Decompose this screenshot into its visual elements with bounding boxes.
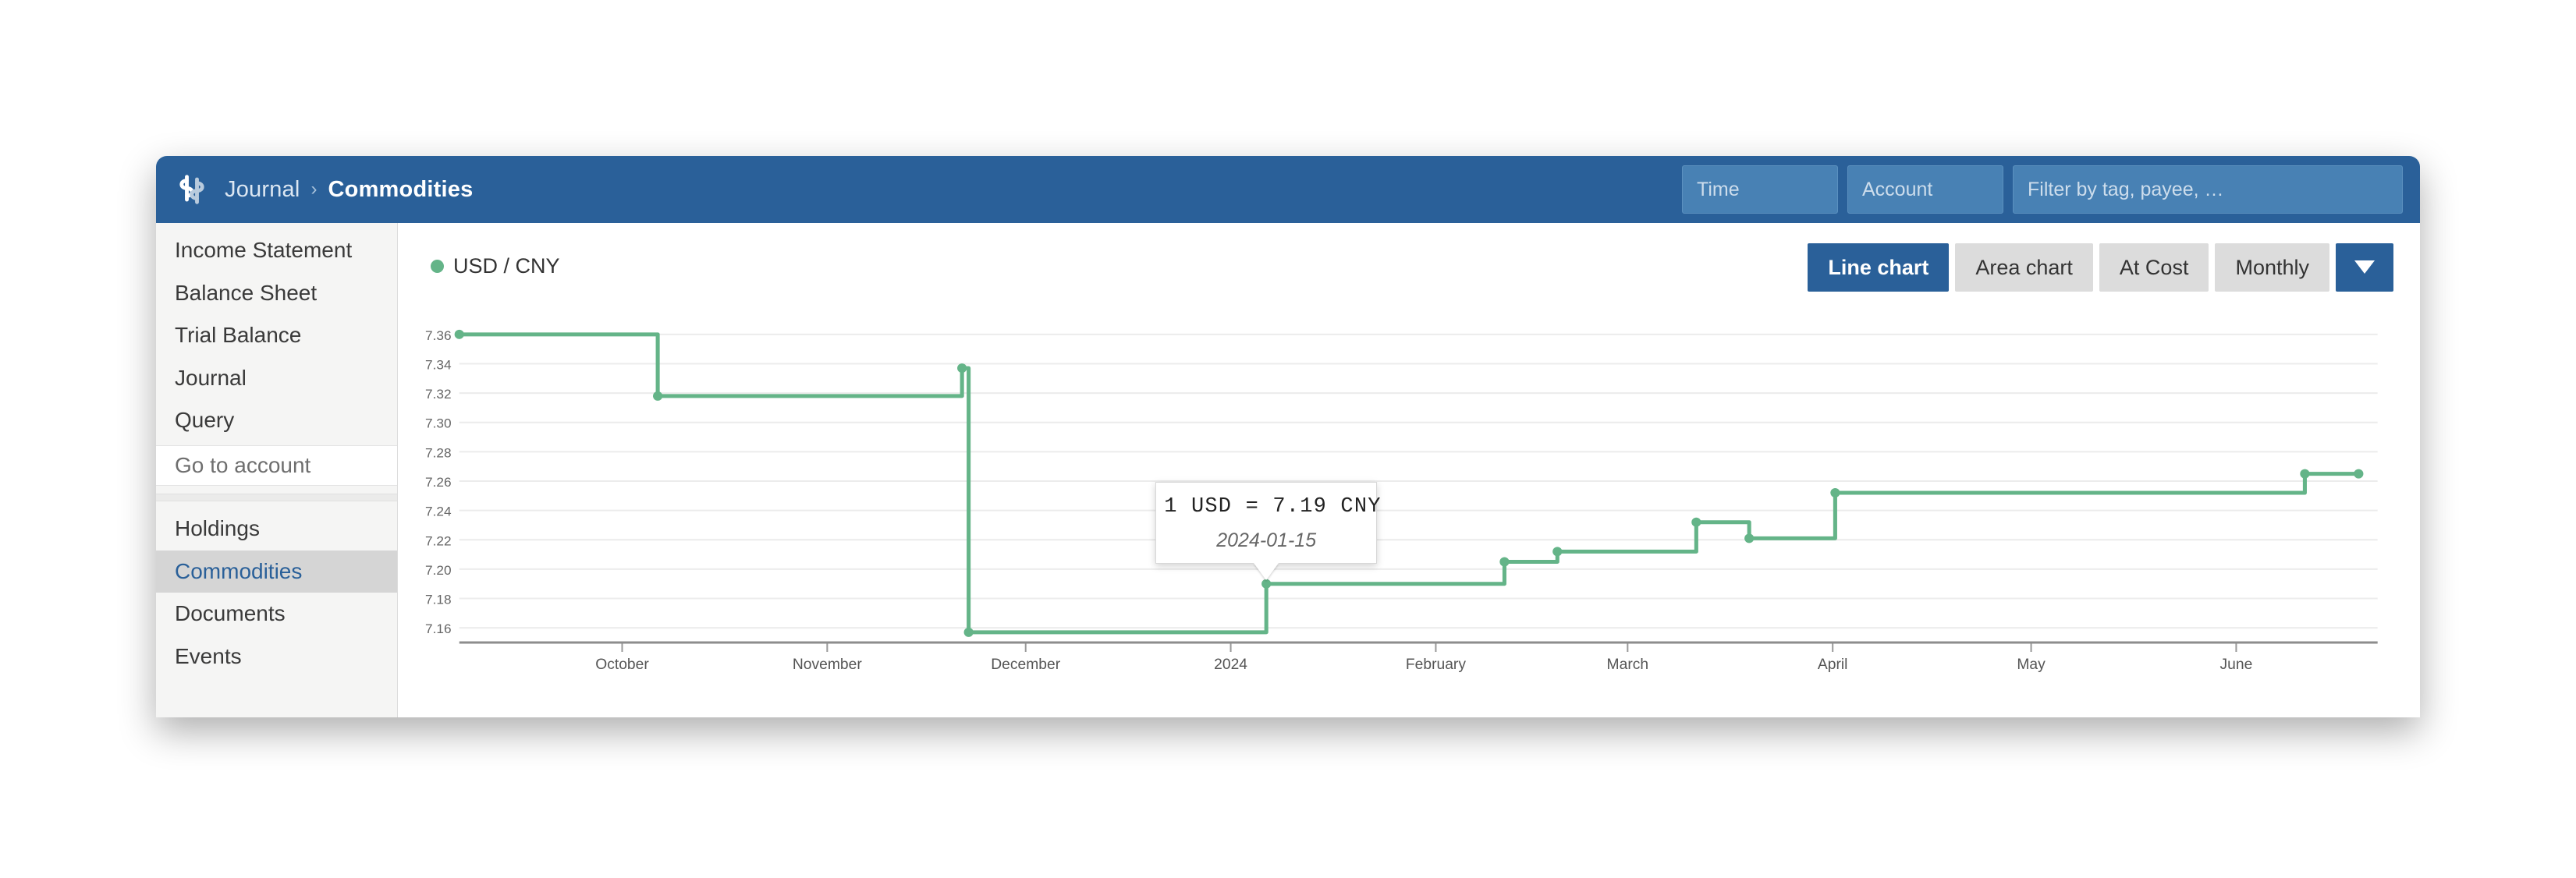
sidebar-item-events[interactable]: Events: [156, 635, 397, 678]
svg-text:December: December: [991, 657, 1061, 673]
breadcrumb: Journal › Commodities: [225, 177, 473, 203]
chart-y-tick-labels: 7.36 7.34 7.32 7.30 7.28 7.26 7.24 7.22 7.20 7.18…: [425, 327, 452, 636]
chart-legend[interactable]: USD / CNY: [431, 254, 560, 278]
svg-text:7.20: 7.20: [425, 562, 452, 578]
chart-toolbar: Line chart Area chart At Cost Monthly: [1808, 243, 2393, 292]
sidebar-item-income-statement[interactable]: Income Statement: [156, 229, 397, 272]
svg-text:7.22: 7.22: [425, 533, 452, 548]
line-chart-button[interactable]: Line chart: [1808, 243, 1950, 292]
exchange-rate-chart[interactable]: 7.36 7.34 7.32 7.30 7.28 7.26 7.24 7.22 7.20 7.18…: [421, 306, 2393, 680]
svg-text:7.18: 7.18: [425, 592, 452, 607]
svg-text:7.32: 7.32: [425, 386, 452, 402]
svg-text:2024: 2024: [1214, 657, 1247, 673]
svg-text:7.26: 7.26: [425, 474, 452, 490]
time-filter-input[interactable]: [1682, 165, 1838, 214]
main-content: USD / CNY Line chart Area chart At Cost …: [398, 223, 2420, 717]
sidebar-divider: [156, 493, 397, 501]
go-to-account-wrapper: [156, 444, 397, 486]
sidebar-item-journal[interactable]: Journal: [156, 357, 397, 400]
fava-app-window: Journal › Commodities Income Statement B…: [156, 156, 2420, 717]
tooltip-date: 2024-01-15: [1216, 529, 1317, 551]
sidebar-item-holdings[interactable]: Holdings: [156, 508, 397, 551]
breadcrumb-current: Commodities: [328, 176, 474, 202]
svg-text:February: February: [1406, 657, 1467, 673]
chart-x-tick-marks: [621, 643, 2237, 652]
svg-text:November: November: [793, 657, 863, 673]
tooltip-arrow-icon: [1254, 562, 1279, 580]
svg-text:7.16: 7.16: [425, 621, 452, 636]
app-body: Income Statement Balance Sheet Trial Bal…: [156, 223, 2420, 717]
fava-logo-icon[interactable]: [172, 169, 212, 210]
chevron-down-icon: [2353, 256, 2376, 280]
svg-text:March: March: [1607, 657, 1649, 673]
sidebar-item-query[interactable]: Query: [156, 399, 397, 442]
sidebar-item-commodities[interactable]: Commodities: [156, 550, 397, 593]
chart-x-tick-labels: October November December 2024 February March…: [595, 657, 2252, 673]
legend-color-dot-icon: [431, 260, 444, 273]
area-chart-button[interactable]: Area chart: [1955, 243, 2093, 292]
chart-svg: 7.36 7.34 7.32 7.30 7.28 7.26 7.24 7.22 7.20 7.18…: [425, 327, 2378, 673]
breadcrumb-parent[interactable]: Journal: [225, 177, 300, 203]
tooltip-value: 1 USD = 7.19 CNY: [1164, 494, 1382, 519]
sidebar-item-trial-balance[interactable]: Trial Balance: [156, 314, 397, 357]
svg-text:June: June: [2220, 657, 2253, 673]
svg-text:7.30: 7.30: [425, 416, 452, 431]
svg-text:7.28: 7.28: [425, 444, 452, 460]
breadcrumb-separator-icon: ›: [310, 179, 318, 200]
monthly-button[interactable]: Monthly: [2215, 243, 2329, 292]
go-to-account-input[interactable]: [156, 445, 397, 485]
svg-text:7.36: 7.36: [425, 327, 452, 343]
sidebar-item-documents[interactable]: Documents: [156, 593, 397, 635]
chart-tooltip: 1 USD = 7.19 CNY 2024-01-15: [1155, 481, 1382, 580]
svg-text:7.24: 7.24: [425, 504, 452, 519]
chart-header-row: USD / CNY Line chart Area chart At Cost …: [421, 243, 2393, 292]
svg-text:May: May: [2017, 657, 2046, 673]
app-header: Journal › Commodities: [156, 156, 2420, 223]
account-filter-input[interactable]: [1847, 165, 2003, 214]
svg-text:7.34: 7.34: [425, 357, 452, 373]
chart-data-points: [454, 329, 2364, 637]
svg-text:October: October: [595, 657, 649, 673]
sidebar-navigation: Income Statement Balance Sheet Trial Bal…: [156, 223, 398, 717]
svg-text:April: April: [1818, 657, 1848, 673]
legend-label: USD / CNY: [453, 254, 560, 278]
at-cost-button[interactable]: At Cost: [2099, 243, 2209, 292]
sidebar-item-balance-sheet[interactable]: Balance Sheet: [156, 272, 397, 315]
chart-options-dropdown-button[interactable]: [2336, 243, 2393, 292]
chart-data-line: [457, 332, 2361, 635]
tag-payee-filter-input[interactable]: [2013, 165, 2403, 214]
